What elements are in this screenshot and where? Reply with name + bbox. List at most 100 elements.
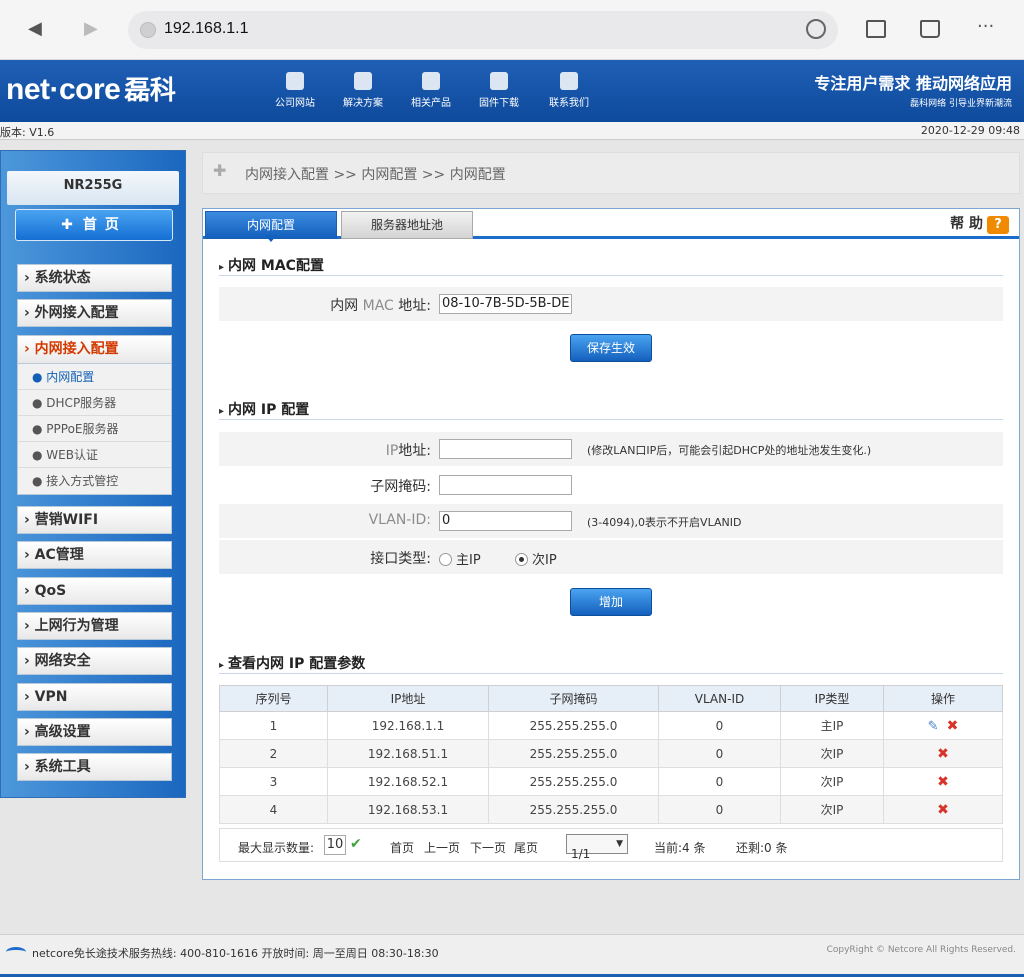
subnet-mask-input[interactable] <box>439 475 572 495</box>
submenu-dhcp[interactable]: ● DHCP服务器 <box>18 390 171 416</box>
address-bar[interactable]: 192.168.1.1 <box>128 11 838 49</box>
content-panel: 内网配置 服务器地址池 帮 助? ▸ 内网 MAC配置 内网 MAC 地址: 08… <box>202 208 1020 880</box>
router-icon <box>422 72 440 90</box>
hotline-text: netcore免长途技术服务热线: 400-810-1616 开放时间: 周一至… <box>6 945 439 961</box>
mac-label: 内网 MAC 地址: <box>330 298 431 314</box>
ip-address-input[interactable] <box>439 439 572 459</box>
table-row: 2 192.168.51.1 255.255.255.0 0 次IP ✖ <box>219 739 1003 768</box>
triangle-icon: ▸ <box>219 660 225 671</box>
menu-lan-config[interactable]: › 内网接入配置 <box>17 335 172 365</box>
ip-note: (修改LAN口IP后，可能会引起DHCP处的地址池发生变化.) <box>587 444 872 457</box>
menu-system-tools[interactable]: › 系统工具 <box>17 753 172 781</box>
forward-icon[interactable]: ▶ <box>84 18 98 39</box>
delete-icon[interactable]: ✖ <box>937 802 949 818</box>
slogan: 专注用户需求 推动网络应用 <box>814 74 1012 93</box>
radio-icon <box>439 553 452 566</box>
home-button[interactable]: ✚ 首页 <box>15 209 173 241</box>
last-page-link[interactable]: 尾页 <box>514 839 538 856</box>
radio-secondary-ip[interactable]: 次IP <box>515 549 557 568</box>
nav-products[interactable]: 相关产品 <box>400 72 462 109</box>
submenu-pppoe[interactable]: ● PPPoE服务器 <box>18 416 171 442</box>
netcore-logo: net·core 磊科 <box>6 70 176 107</box>
menu-qos[interactable]: › QoS <box>17 577 172 605</box>
logo-cn: 磊科 <box>124 75 176 105</box>
page-select[interactable]: 1/1 ▼ <box>566 834 628 861</box>
monitor-icon <box>286 72 304 90</box>
tabs-icon[interactable] <box>866 20 886 38</box>
prev-page-link[interactable]: 上一页 <box>424 839 460 856</box>
active-tab-pointer <box>265 235 277 242</box>
sidebar: NR255G ✚ 首页 › 系统状态 › 外网接入配置 › 内网接入配置 ● 内网… <box>0 150 186 798</box>
delete-icon[interactable]: ✖ <box>947 718 959 734</box>
version-bar: 版本: V1.6 2020-12-29 09:48 <box>0 122 1024 140</box>
triangle-icon: ▸ <box>219 262 225 273</box>
delete-icon[interactable]: ✖ <box>937 746 949 762</box>
divider <box>219 673 1003 674</box>
save-button[interactable]: 保存生效 <box>570 334 652 362</box>
table-header: 序列号 IP地址 子网掩码 VLAN-ID IP类型 操作 <box>219 685 1003 712</box>
datetime-text: 2020-12-29 09:48 <box>920 124 1020 137</box>
menu-system-status[interactable]: › 系统状态 <box>17 264 172 292</box>
menu-vpn[interactable]: › VPN <box>17 683 172 711</box>
radio-checked-icon <box>515 553 528 566</box>
menu-security[interactable]: › 网络安全 <box>17 647 172 675</box>
version-text: 版本: V1.6 <box>0 126 55 139</box>
vlan-id-input[interactable]: 0 <box>439 511 572 531</box>
more-icon[interactable]: ··· <box>977 16 994 37</box>
type-row: 接口类型: 主IP 次IP <box>219 540 1003 574</box>
menu-behavior[interactable]: › 上网行为管理 <box>17 612 172 640</box>
current-count: 当前:4 条 <box>654 841 706 855</box>
reload-icon[interactable] <box>806 19 826 39</box>
footer: netcore免长途技术服务热线: 400-810-1616 开放时间: 周一至… <box>0 934 1024 977</box>
section-list-title: ▸ 查看内网 IP 配置参数 <box>219 656 366 672</box>
triangle-icon: ▸ <box>219 406 225 417</box>
nav-contact[interactable]: 联系我们 <box>538 72 600 109</box>
phone-logo-icon <box>6 947 26 957</box>
edit-icon[interactable]: ✎ <box>928 719 939 734</box>
ip-row: IP地址: (修改LAN口IP后，可能会引起DHCP处的地址池发生变化.) <box>219 432 1003 466</box>
nav-firmware[interactable]: 固件下载 <box>468 72 530 109</box>
slogan-sub: 磊科网络 引导业界新潮流 <box>910 99 1012 109</box>
check-icon[interactable]: ✔ <box>350 836 362 852</box>
col-seq: 序列号 <box>219 685 328 712</box>
submenu-access-control[interactable]: ● 接入方式管控 <box>18 468 171 494</box>
nav-solutions[interactable]: 解决方案 <box>332 72 394 109</box>
menu-advanced[interactable]: › 高级设置 <box>17 718 172 746</box>
menu-marketing-wifi[interactable]: › 营销WIFI <box>17 506 172 534</box>
col-actions: 操作 <box>883 685 1003 712</box>
first-page-link[interactable]: 首页 <box>390 839 414 856</box>
nav-company-site[interactable]: 公司网站 <box>264 72 326 109</box>
reader-icon[interactable] <box>920 20 940 38</box>
tab-bar: 内网配置 服务器地址池 帮 助? <box>203 209 1019 239</box>
menu-ac[interactable]: › AC管理 <box>17 541 172 569</box>
delete-icon[interactable]: ✖ <box>937 774 949 790</box>
vlan-label: VLAN-ID: <box>368 512 431 528</box>
model-name: NR255G <box>7 171 179 205</box>
ip-config-table: 序列号 IP地址 子网掩码 VLAN-ID IP类型 操作 1 192.168.1… <box>219 685 1003 824</box>
mac-address-input[interactable]: 08-10-7B-5D-5B-DE <box>439 294 572 314</box>
next-page-link[interactable]: 下一页 <box>470 839 506 856</box>
submenu-lan-config[interactable]: ● 内网配置 <box>18 364 171 390</box>
radio-primary-ip[interactable]: 主IP <box>439 549 481 568</box>
page-size-input[interactable]: 10 <box>324 835 346 855</box>
divider <box>219 275 1003 276</box>
url-text[interactable]: 192.168.1.1 <box>164 20 249 38</box>
add-button[interactable]: 增加 <box>570 588 652 616</box>
tab-server-pool[interactable]: 服务器地址池 <box>341 211 473 239</box>
back-icon[interactable]: ◀ <box>28 18 42 39</box>
table-row: 1 192.168.1.1 255.255.255.0 0 主IP ✎ ✖ <box>219 711 1003 740</box>
vlan-note: (3-4094),0表示不开启VLANID <box>587 516 742 529</box>
type-label: 接口类型: <box>370 551 431 567</box>
mac-row: 内网 MAC 地址: 08-10-7B-5D-5B-DE <box>219 287 1003 321</box>
tools-icon <box>354 72 372 90</box>
submenu-web-auth[interactable]: ● WEB认证 <box>18 442 171 468</box>
question-icon: ? <box>987 216 1009 234</box>
table-row: 4 192.168.53.1 255.255.255.0 0 次IP ✖ <box>219 795 1003 824</box>
dropdown-arrow-icon: ▼ <box>616 839 623 849</box>
vlan-row: VLAN-ID: 0 (3-4094),0表示不开启VLANID <box>219 504 1003 538</box>
menu-wan-config[interactable]: › 外网接入配置 <box>17 299 172 327</box>
download-icon <box>490 72 508 90</box>
help-button[interactable]: 帮 助? <box>950 213 1009 234</box>
logo-text: net·core <box>6 73 121 106</box>
plus-icon: ✚ <box>213 161 227 180</box>
